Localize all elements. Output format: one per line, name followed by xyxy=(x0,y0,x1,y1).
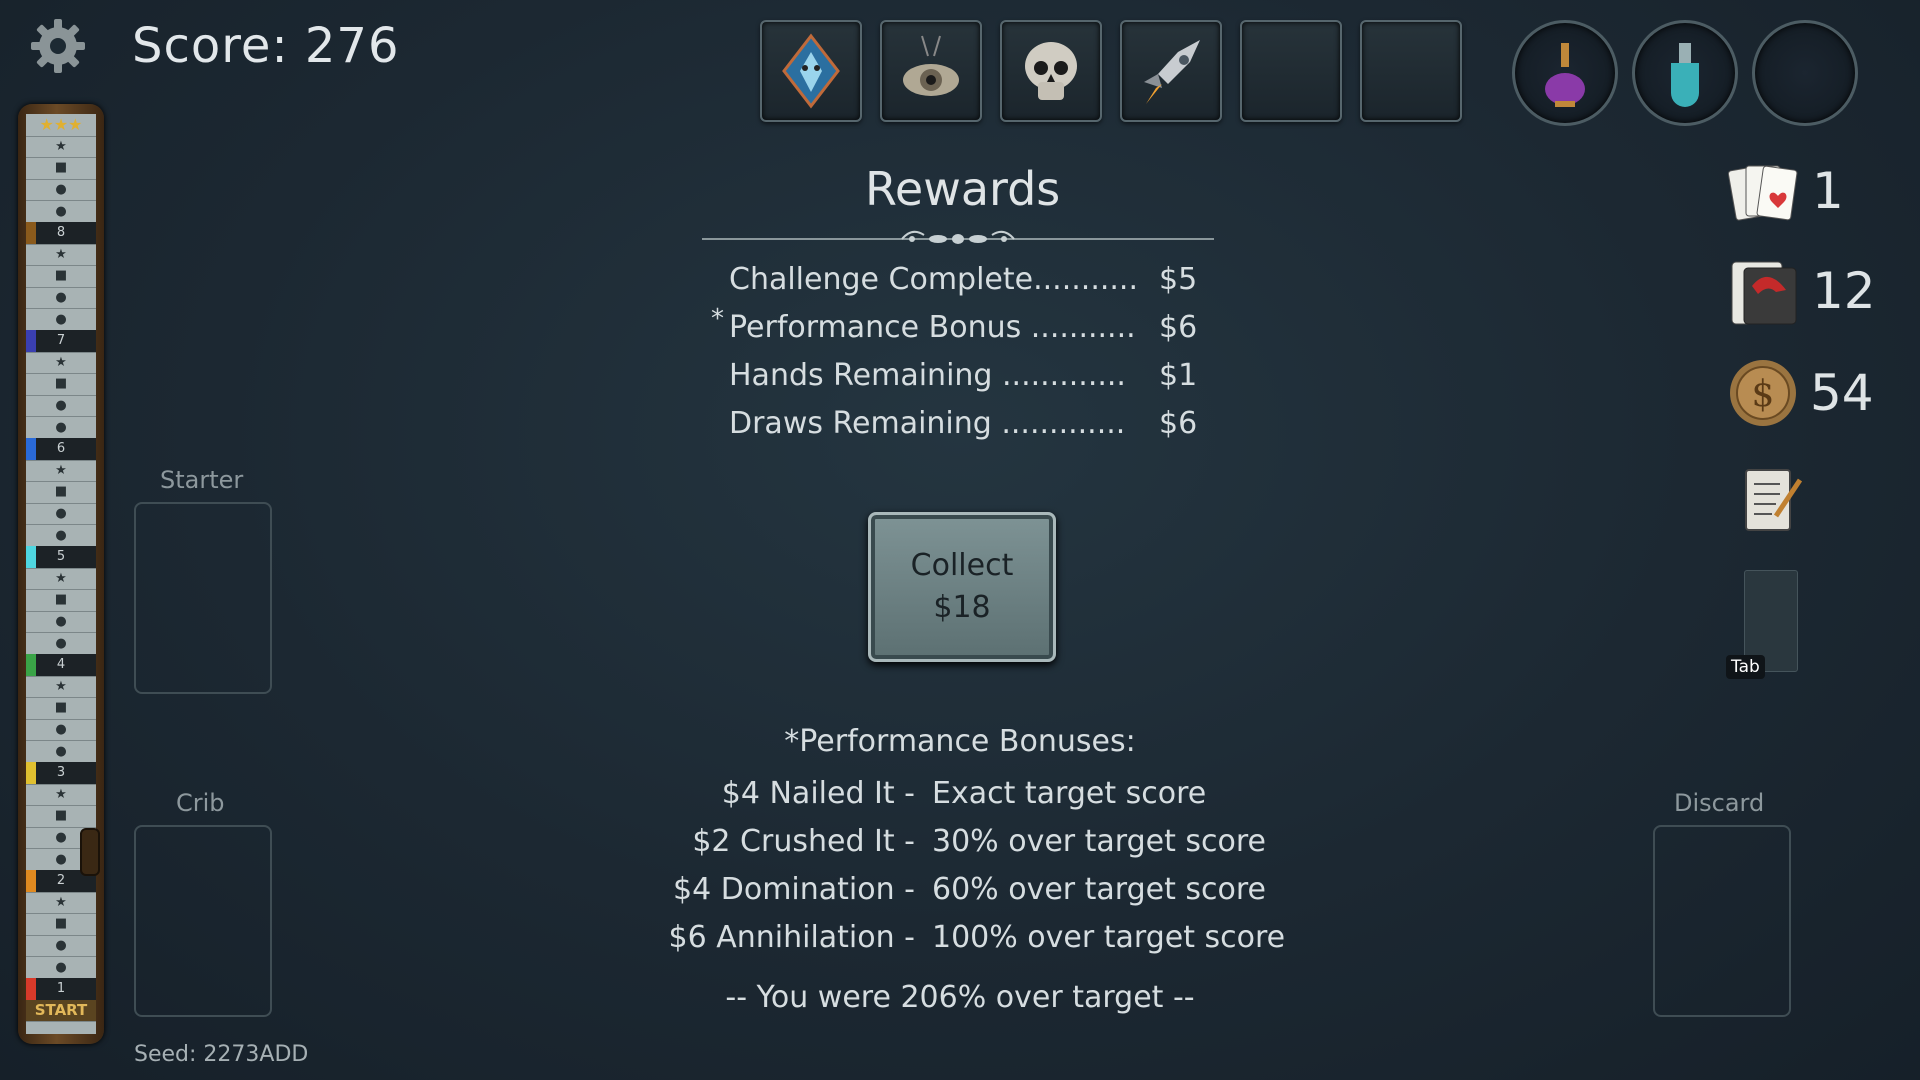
bonus-heading: *Performance Bonuses: xyxy=(784,724,1136,759)
teal-potion-icon xyxy=(1671,43,1699,107)
track-cell: ● xyxy=(26,287,96,310)
starter-card-slot[interactable] xyxy=(134,502,272,694)
reward-value: $5 xyxy=(1159,262,1198,297)
track-cell: ● xyxy=(26,200,96,223)
rocket-icon xyxy=(1144,40,1200,104)
bonus-amount-2: $2 Crushed It - xyxy=(692,824,915,859)
reward-label: Hands Remaining ............. xyxy=(729,358,1126,393)
settings-gear-icon[interactable] xyxy=(28,16,88,76)
joker-slot-6-empty[interactable] xyxy=(1360,20,1462,122)
bonus-desc-1: Exact target score xyxy=(932,776,1207,811)
reward-label: Challenge Complete........... xyxy=(729,262,1138,297)
track-cell: ★ xyxy=(26,136,96,159)
consumable-slot-3-empty[interactable] xyxy=(1752,20,1858,126)
joker-slot-2[interactable] xyxy=(880,20,982,122)
track-cell: ■ xyxy=(26,697,96,720)
track-level-number: 8 xyxy=(26,222,96,245)
bonus-amount-4: $6 Annihilation - xyxy=(668,920,916,955)
joker-slot-1[interactable] xyxy=(760,20,862,122)
svg-text:$: $ xyxy=(1752,374,1775,415)
notes-icon[interactable] xyxy=(1742,466,1804,536)
track-cell: ● xyxy=(26,632,96,655)
joker-slot-5-empty[interactable] xyxy=(1240,20,1342,122)
bonus-desc-3: 60% over target score xyxy=(932,872,1267,907)
reward-value: $1 xyxy=(1159,358,1198,393)
track-level-number: 7 xyxy=(26,330,96,353)
level-color-bar xyxy=(26,222,36,244)
track-cell: ★ xyxy=(26,568,96,591)
reward-line-hands: Hands Remaining ............. $1 xyxy=(729,358,1309,393)
hands-cards-icon xyxy=(1727,160,1800,226)
track-cell: ● xyxy=(26,611,96,634)
ornament-divider xyxy=(702,226,1214,252)
track-level-number: 6 xyxy=(26,438,96,461)
track-cell: ● xyxy=(26,956,96,979)
collect-label: Collect xyxy=(910,548,1014,583)
consumable-slot-1[interactable] xyxy=(1512,20,1618,126)
reward-value: $6 xyxy=(1159,310,1198,345)
bonus-amount-1: $4 Nailed It - xyxy=(721,776,915,811)
starter-label: Starter xyxy=(160,466,244,494)
skull-icon xyxy=(1025,42,1077,100)
track-cell: ★ xyxy=(26,244,96,267)
track-cell: ■ xyxy=(26,157,96,180)
rewards-title: Rewards xyxy=(865,162,1061,216)
reward-line-challenge: Challenge Complete........... $5 xyxy=(729,262,1309,297)
reward-value: $6 xyxy=(1159,406,1198,441)
level-number: 7 xyxy=(56,333,66,349)
level-number: 8 xyxy=(56,225,66,241)
track-cell: ■ xyxy=(26,481,96,504)
purple-potion-icon xyxy=(1545,43,1585,107)
track-cell: ● xyxy=(26,524,96,547)
asterisk-mark: * xyxy=(711,304,724,334)
track-cell: ● xyxy=(26,395,96,418)
track-cell: ● xyxy=(26,179,96,202)
tab-key-hint: Tab xyxy=(1726,655,1765,679)
bonus-desc-2: 30% over target score xyxy=(932,824,1267,859)
money-count: 54 xyxy=(1810,364,1874,422)
level-color-bar xyxy=(26,438,36,460)
joker-slot-3[interactable] xyxy=(1000,20,1102,122)
discard-label: Discard xyxy=(1674,789,1765,817)
track-cell: ★ xyxy=(26,460,96,483)
track-stars-header: ★★★ xyxy=(26,114,96,137)
reward-label: Performance Bonus ........... xyxy=(729,310,1136,345)
level-number: 6 xyxy=(56,441,66,457)
jokers-deck-icon xyxy=(1728,258,1800,328)
reward-line-draws: Draws Remaining ............. $6 xyxy=(729,406,1309,441)
jokers-deck-count: 12 xyxy=(1812,262,1876,320)
level-number: 4 xyxy=(56,657,66,673)
seed-label: Seed: 2273ADD xyxy=(134,1042,309,1067)
track-level-number: 4 xyxy=(26,654,96,677)
track-cell: ★ xyxy=(26,676,96,699)
consumable-slot-2[interactable] xyxy=(1632,20,1738,126)
collect-button[interactable]: Collect $18 xyxy=(868,512,1056,662)
level-color-bar xyxy=(26,330,36,352)
score-display: Score: 276 xyxy=(132,18,400,74)
track-cell: ■ xyxy=(26,589,96,612)
coin-icon: $ xyxy=(1728,358,1798,428)
level-color-bar xyxy=(26,546,36,568)
collect-amount: $18 xyxy=(933,590,991,625)
track-cell: ★ xyxy=(26,352,96,375)
track-cell: ● xyxy=(26,416,96,439)
bonus-desc-4: 100% over target score xyxy=(932,920,1286,955)
track-cell: ● xyxy=(26,503,96,526)
reward-label: Draws Remaining ............. xyxy=(729,406,1126,441)
over-target-summary: -- You were 206% over target -- xyxy=(725,980,1195,1015)
mask-icon xyxy=(782,33,840,109)
bonus-amount-3: $4 Domination - xyxy=(673,872,915,907)
hands-count: 1 xyxy=(1812,162,1844,220)
reward-line-performance: * Performance Bonus ........... $6 xyxy=(711,304,1309,345)
eye-amulet-icon xyxy=(903,35,959,96)
level-color-bar xyxy=(26,654,36,676)
joker-slot-4[interactable] xyxy=(1120,20,1222,122)
track-cell: ■ xyxy=(26,373,96,396)
track-cell: ● xyxy=(26,308,96,331)
track-cell: ■ xyxy=(26,265,96,288)
track-level-number: 5 xyxy=(26,546,96,569)
level-number: 5 xyxy=(56,549,66,565)
